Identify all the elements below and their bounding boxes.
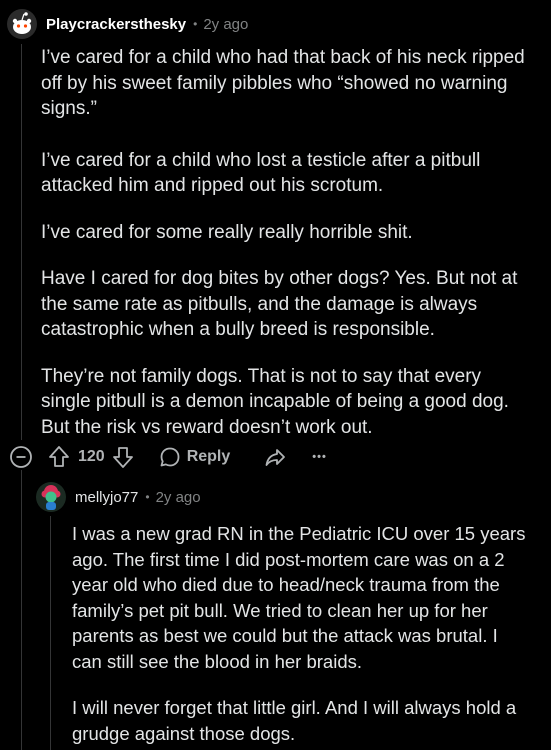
avatar[interactable] [7,9,37,39]
timestamp: 2y ago [203,15,249,33]
comment-paragraph: I’ve cared for some really really horrib… [41,221,413,243]
comment-paragraph: They’re not family dogs. That is not to … [41,365,509,438]
collapse-icon [10,446,32,468]
comment-body: I was a new grad RN in the Pediatric ICU… [72,521,532,746]
comment-header: Playcrackersthesky • 2y ago [7,9,248,39]
separator-dot: • [193,17,198,31]
timestamp: 2y ago [155,488,201,506]
comment-paragraph: Have I cared for dog bites by other dogs… [41,268,518,340]
comment-header: mellyjo77 • 2y ago [36,482,201,512]
share-icon [265,449,286,466]
downvote-button[interactable] [112,445,134,469]
thread-line-child [50,516,51,750]
reply-button[interactable]: Reply [159,446,231,468]
username[interactable]: mellyjo77 [75,489,138,506]
upvote-icon [49,446,69,467]
comment-paragraph: I will never forget that little girl. An… [72,697,517,744]
collapse-button[interactable] [8,444,34,470]
comment-paragraph: I was a new grad RN in the Pediatric ICU… [72,523,526,672]
thread-line [21,44,22,440]
comment-body: I’ve cared for a child who had that back… [41,45,531,440]
downvote-icon [112,447,133,468]
vote-count: 120 [78,448,105,465]
avatar[interactable] [36,482,66,512]
comment-action-bar: 120 Reply ••• [8,444,327,470]
reply-icon [160,447,180,467]
thread-line [21,470,22,750]
share-button[interactable] [264,446,286,468]
reply-label: Reply [186,448,231,465]
comment-paragraph: I’ve cared for a child who lost a testic… [41,149,481,197]
more-options-button[interactable]: ••• [312,451,327,463]
upvote-button[interactable] [48,445,70,469]
comment-paragraph: I’ve cared for a child who had that back… [41,47,525,119]
username[interactable]: Playcrackersthesky [46,16,186,33]
separator-dot: • [145,490,150,504]
